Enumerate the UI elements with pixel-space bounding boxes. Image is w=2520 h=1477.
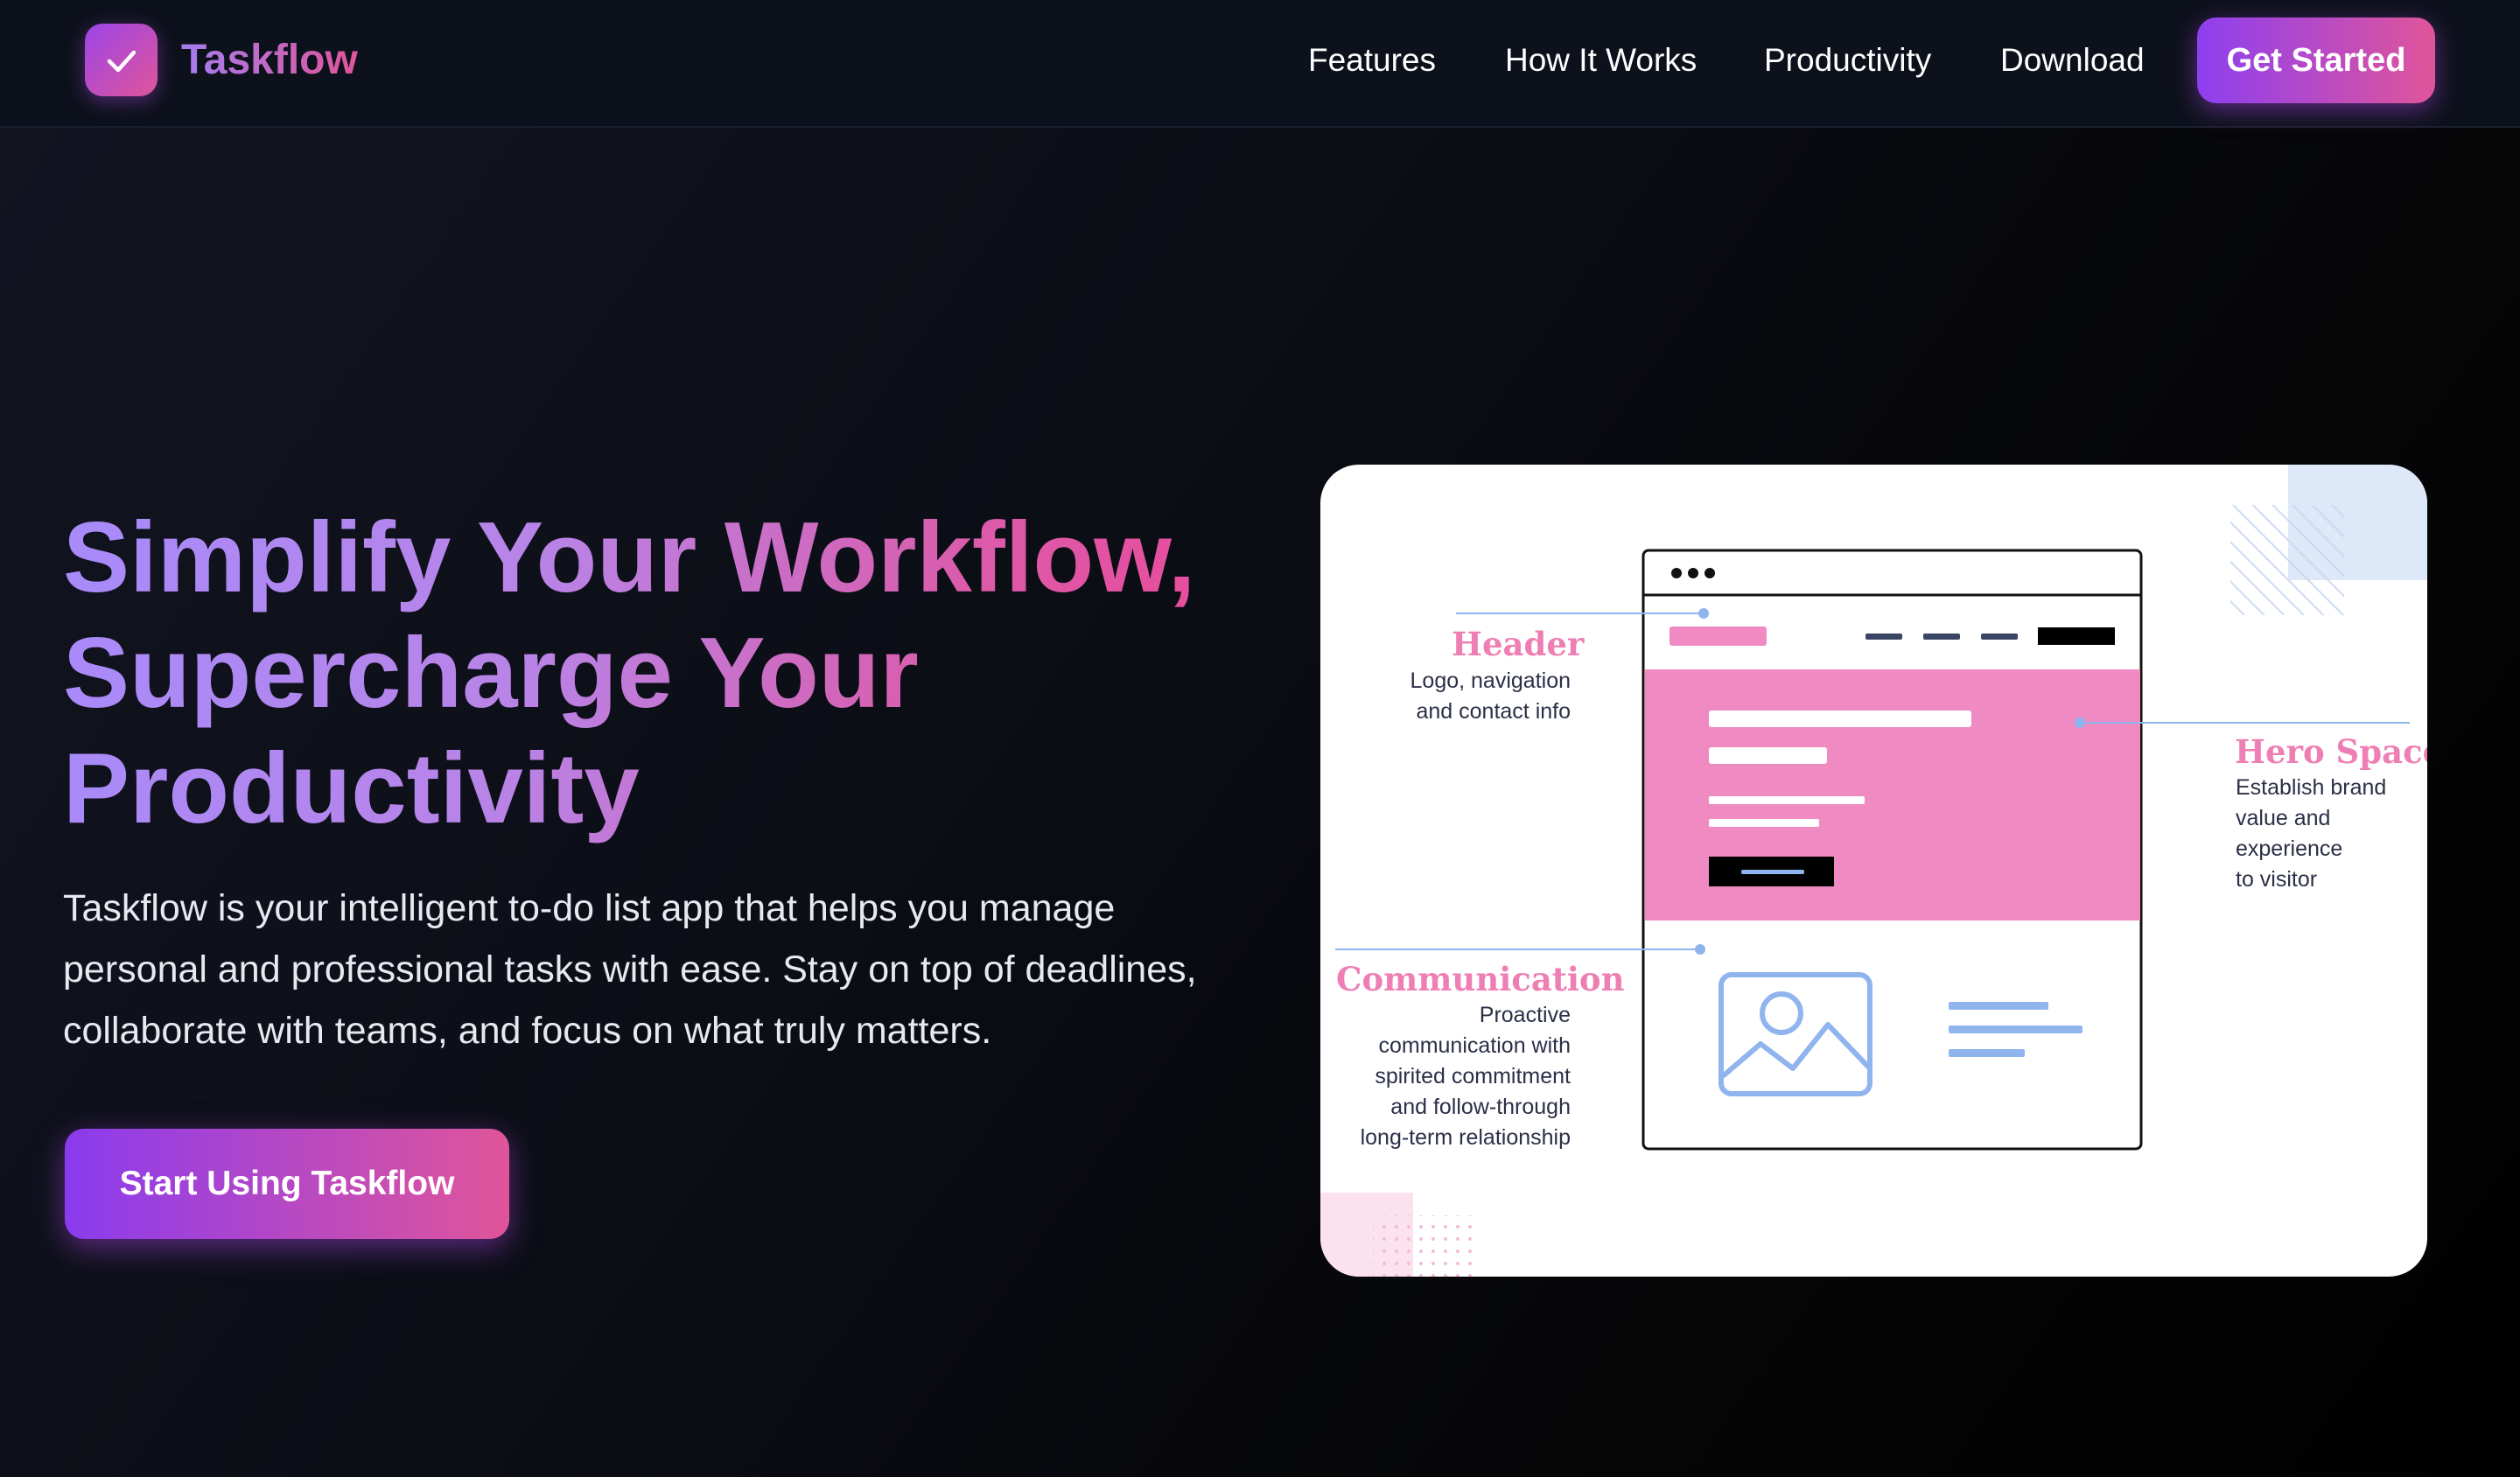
annotation-line: spirited commitment [1375, 1064, 1571, 1088]
window-dot [1688, 568, 1698, 578]
annotation-line: and follow-through [1390, 1095, 1571, 1119]
check-icon [107, 50, 136, 72]
wire-logo [1670, 626, 1767, 646]
hero-title-line: Simplify Your Workflow, [63, 502, 1196, 613]
get-started-button[interactable]: Get Started [2197, 18, 2435, 103]
wire-nav-button [2038, 627, 2115, 645]
nav-link-productivity[interactable]: Productivity [1764, 38, 1931, 82]
annotation-hero-title: Hero Space [2235, 732, 2427, 771]
annotation-line: value and [2236, 806, 2331, 830]
wire-nav-dash [1866, 634, 1902, 640]
hero-title-line: Productivity [63, 733, 640, 844]
hero-description: Taskflow is your intelligent to-do list … [63, 887, 1197, 1052]
annotation-communication-text: Proactive communication with spirited co… [1320, 1000, 1571, 1153]
window-dot [1671, 568, 1682, 578]
annotation-line: Logo, navigation [1410, 668, 1571, 693]
annotation-header-text: Logo, navigation and contact info [1364, 666, 1571, 727]
annotation-line: long-term relationship [1360, 1125, 1571, 1150]
annotation-line: to visitor [2236, 867, 2318, 892]
annotation-line: experience [2236, 836, 2343, 861]
logo-badge[interactable] [85, 24, 158, 96]
wire-nav-dash [1923, 634, 1960, 640]
landing-page: Taskflow Features How It Works Productiv… [0, 0, 2520, 1477]
window-dot [1704, 568, 1715, 578]
annotation-line: Proactive [1479, 1003, 1571, 1027]
annotation-communication-title: Communication [1336, 960, 1625, 998]
brand-name[interactable]: Taskflow [181, 33, 358, 88]
nav-link-features[interactable]: Features [1308, 38, 1436, 82]
corner-dots [1373, 1215, 1478, 1277]
annotation-header-title: Header [1452, 625, 1585, 663]
annotation-hero-text: Establish brand value and experience to … [2236, 773, 2419, 895]
hero-title-line: Supercharge Your [63, 618, 919, 729]
annotation-line: and contact info [1416, 699, 1571, 724]
website-wireframe-illustration: Header Logo, navigation and contact info… [1320, 465, 2427, 1277]
start-using-button[interactable]: Start Using Taskflow [65, 1129, 509, 1239]
annotation-line: communication with [1378, 1033, 1571, 1058]
annotation-line: Establish brand [2236, 775, 2387, 800]
hero-title: Simplify Your Workflow, Supercharge Your… [63, 500, 1253, 847]
top-navbar: Taskflow Features How It Works Productiv… [0, 0, 2520, 128]
nav-link-how-it-works[interactable]: How It Works [1505, 38, 1697, 82]
corner-hatch [2230, 505, 2344, 615]
wire-nav-dash [1981, 634, 2018, 640]
nav-link-download[interactable]: Download [2000, 38, 2145, 82]
